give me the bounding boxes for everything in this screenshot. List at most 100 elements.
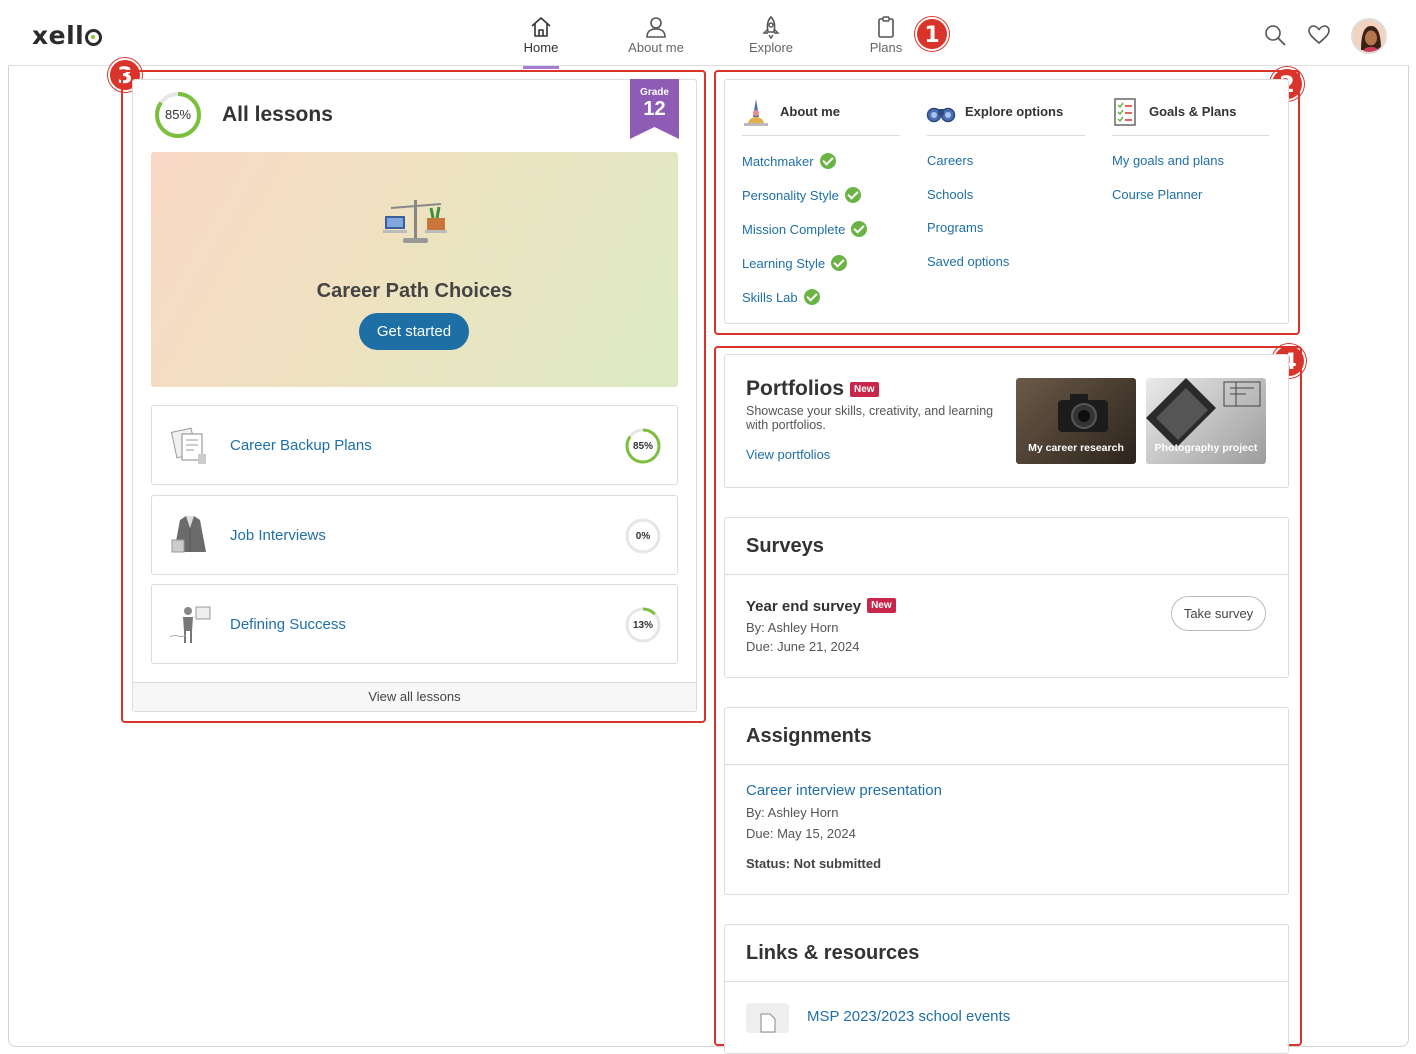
surveys-title: Surveys [746, 535, 824, 557]
assignment-link[interactable]: Career interview presentation [746, 782, 942, 799]
take-survey-button[interactable]: Take survey [1171, 596, 1266, 631]
document-glyph [760, 1013, 776, 1033]
avatar[interactable] [1351, 18, 1387, 54]
new-badge: New [850, 382, 879, 397]
logo-text: xell [32, 21, 85, 50]
thumb-caption: Photography project [1154, 442, 1258, 454]
grade-ribbon: Grade 12 [630, 79, 679, 139]
logo-o-mark [85, 29, 103, 46]
goals-divider [1112, 135, 1269, 136]
nav-home-label: Home [523, 40, 559, 55]
link-skills-lab[interactable]: Skills Lab [742, 289, 820, 305]
lesson-name: Career Backup Plans [230, 437, 372, 454]
binoculars-icon [926, 107, 956, 123]
nav-about-me[interactable]: About me [611, 15, 701, 55]
portfolios-title: Portfolios New [746, 377, 879, 401]
lesson-progress-label: 0% [635, 531, 651, 542]
get-started-button[interactable]: Get started [359, 313, 469, 350]
portfolios-description: Showcase your skills, creativity, and le… [746, 404, 993, 432]
link-mission-complete[interactable]: Mission Complete [742, 221, 868, 237]
assignment-author: By: Ashley Horn [746, 805, 839, 820]
search-icon[interactable] [1263, 23, 1287, 47]
grade-value: 12 [643, 98, 666, 120]
person-icon [646, 17, 666, 38]
heart-icon[interactable] [1307, 23, 1331, 47]
avatar-image [1353, 20, 1385, 52]
lesson-progress-label: 85% [632, 441, 653, 452]
link-careers[interactable]: Careers [927, 153, 973, 168]
xello-logo[interactable]: xell [32, 21, 103, 50]
scales-icon [383, 200, 447, 243]
nav-about-label: About me [628, 40, 684, 55]
lesson-row-career-backup-plans[interactable]: Career Backup Plans 85% [151, 405, 678, 485]
complete-check-icon [851, 221, 868, 237]
clipboard-icon [878, 16, 894, 38]
link-label: Personality Style [742, 188, 839, 203]
grade-label: Grade [640, 87, 669, 98]
link-personality-style[interactable]: Personality Style [742, 187, 861, 203]
nav-explore-label: Explore [748, 40, 794, 55]
checklist-icon [1114, 98, 1136, 126]
featured-lesson-title: Career Path Choices [316, 280, 513, 302]
link-label: Learning Style [742, 256, 826, 271]
top-navigation: xell Home About me Explore Plans [8, 7, 1409, 69]
lesson-name: Defining Success [230, 616, 346, 633]
lessons-title: All lessons [222, 103, 333, 126]
link-course-planner[interactable]: Course Planner [1112, 187, 1202, 202]
about-me-heading: About me [780, 104, 840, 119]
documents-icon [170, 427, 206, 464]
portfolio-thumb-career-research[interactable]: My career research [1016, 378, 1136, 464]
portfolios-desc-line2: with portfolios. [746, 418, 826, 432]
thumb-caption: My career research [1028, 442, 1124, 454]
assignments-title: Assignments [746, 725, 872, 747]
survey-author: By: Ashley Horn [746, 620, 839, 635]
assignment-due-date: Due: May 15, 2024 [746, 826, 856, 841]
complete-check-icon [831, 255, 848, 271]
link-my-goals-and-plans[interactable]: My goals and plans [1112, 153, 1224, 168]
lesson-row-defining-success[interactable]: Defining Success 13% [151, 584, 678, 664]
link-label: Skills Lab [742, 290, 798, 305]
assignment-status: Status: Not submitted [746, 856, 882, 871]
nav-plans-label: Plans [869, 40, 903, 55]
link-label: Mission Complete [742, 222, 846, 237]
complete-check-icon [803, 289, 820, 305]
links-divider [724, 981, 1289, 982]
portfolio-thumb-photography-project[interactable]: Photography project [1146, 378, 1266, 464]
link-label: Matchmaker [742, 154, 814, 169]
surveys-divider [724, 574, 1289, 575]
survey-item-title: Year end survey New [746, 598, 896, 615]
view-all-lessons-link[interactable]: View all lessons [133, 682, 696, 711]
nav-home[interactable]: Home [496, 15, 586, 69]
featured-lesson-banner: Career Path Choices Get started [151, 152, 678, 387]
rocket-icon [762, 15, 780, 39]
camera-icon [1058, 394, 1108, 432]
complete-check-icon [819, 153, 836, 169]
links-resources-title: Links & resources [746, 942, 920, 964]
assignments-divider [724, 764, 1289, 765]
explore-options-heading: Explore options [965, 104, 1064, 119]
about-me-icon [744, 99, 768, 126]
survey-due-date: Due: June 21, 2024 [746, 639, 860, 654]
explore-divider [927, 135, 1085, 136]
lesson-progress-label: 13% [632, 620, 653, 631]
portfolios-desc-line1: Showcase your skills, creativity, and le… [746, 404, 994, 418]
complete-check-icon [844, 187, 861, 203]
resource-link[interactable]: MSP 2023/2023 school events [807, 1008, 1010, 1025]
lesson-row-job-interviews[interactable]: Job Interviews 0% [151, 495, 678, 575]
view-portfolios-link[interactable]: View portfolios [746, 447, 830, 462]
link-learning-style[interactable]: Learning Style [742, 255, 848, 271]
new-badge: New [867, 598, 896, 613]
link-saved-options[interactable]: Saved options [927, 254, 1009, 269]
file-icon [746, 1003, 789, 1033]
presenter-icon [169, 606, 211, 643]
lesson-name: Job Interviews [230, 527, 326, 544]
goals-plans-heading: Goals & Plans [1149, 104, 1237, 119]
about-me-divider [742, 135, 900, 136]
link-programs[interactable]: Programs [927, 220, 983, 235]
home-icon [531, 17, 551, 37]
portfolios-title-text: Portfolios [746, 377, 844, 400]
lessons-progress-label: 85% [164, 107, 192, 122]
nav-explore[interactable]: Explore [726, 15, 816, 55]
link-schools[interactable]: Schools [927, 187, 973, 202]
link-matchmaker[interactable]: Matchmaker [742, 153, 836, 169]
